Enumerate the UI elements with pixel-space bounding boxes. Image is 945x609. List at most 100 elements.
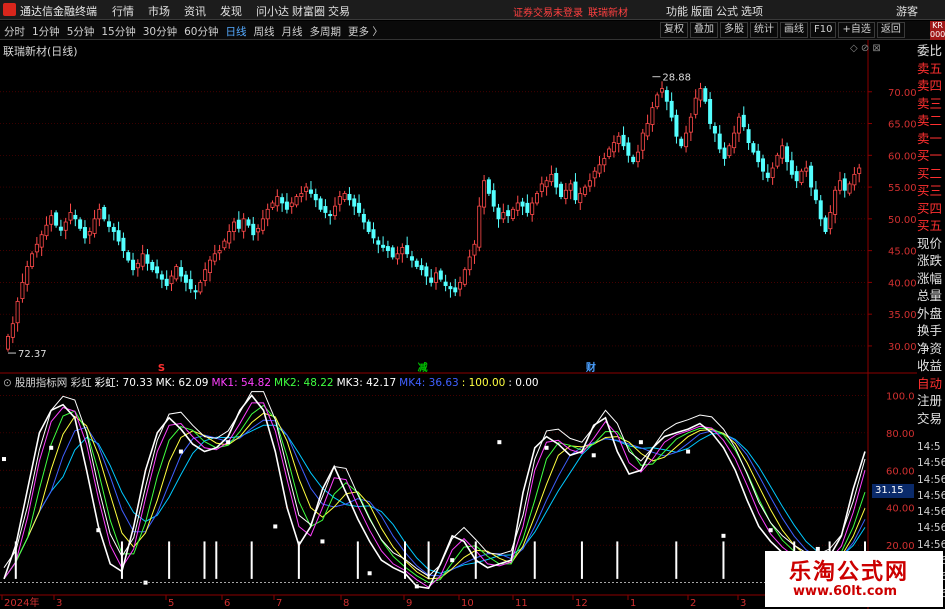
candle [44, 216, 49, 240]
rainbow-series-line [3, 404, 866, 584]
kline-chart[interactable]: 70.00 65.00 60.00 55.00 50.00 45.00 40.00 35.00… [0, 40, 917, 609]
candle [587, 173, 592, 192]
candle [433, 267, 438, 290]
tool-button[interactable]: 叠加 [690, 22, 718, 38]
indicator-marker [178, 449, 183, 454]
period-tab[interactable]: 5分钟 [67, 24, 95, 39]
candle [650, 101, 655, 132]
tool-button[interactable]: 复权 [660, 22, 688, 38]
period-tab[interactable]: 分时 [4, 24, 25, 39]
candle [544, 176, 549, 196]
main-menu-item[interactable]: 问小达 [256, 3, 292, 19]
candle [405, 236, 410, 258]
tool-button[interactable]: 返回 [876, 22, 905, 38]
main-menu-item[interactable]: 市场 [148, 3, 184, 19]
candle [765, 164, 770, 182]
guest-login[interactable]: 游客 [896, 3, 918, 19]
tool-button[interactable]: 多股 [720, 22, 748, 38]
period-tab[interactable]: 多周期 [310, 24, 342, 39]
candle [159, 270, 164, 289]
period-tab[interactable]: 月线 [282, 24, 303, 39]
right-menu-item[interactable]: 选项 [741, 3, 766, 19]
rainbow-series-line [3, 394, 866, 590]
period-tab[interactable]: 更多 〉 [348, 24, 383, 39]
app-title: 通达信金融终端 [20, 5, 97, 18]
period-tab[interactable]: 日线 [226, 24, 247, 39]
period-tab[interactable]: 1分钟 [32, 24, 60, 39]
period-tab[interactable]: 15分钟 [101, 24, 135, 39]
main-menu: 行情 市场 资讯 发现 问小达 财富圈 交易 [112, 3, 364, 19]
candle [126, 249, 131, 263]
price-tick-label: 60.00 [888, 151, 917, 162]
quote-side-panel: 委比 卖五 卖四 卖三 卖二 卖一 买一 买二 买三 买四 买五 现价 涨跌 涨幅 总量 外盘 换手 净资 收益 自动… [917, 40, 945, 440]
right-menu-item[interactable]: 功能 [666, 3, 691, 19]
period-tab[interactable]: 60分钟 [184, 24, 218, 39]
candle [352, 194, 357, 216]
candle [534, 190, 539, 206]
candle [443, 274, 448, 292]
candle [318, 196, 323, 212]
indicator-marker [450, 558, 455, 563]
right-menu-item[interactable]: 公式 [716, 3, 741, 19]
candle [73, 209, 78, 227]
candle [688, 113, 693, 142]
indicator-settings-icon[interactable]: ⊙ [3, 377, 12, 389]
candle [328, 210, 333, 225]
main-menu-item[interactable]: 资讯 [184, 3, 220, 19]
candle [751, 141, 756, 155]
rainbow-lead-line [3, 391, 866, 577]
candle [164, 270, 169, 290]
candle [722, 142, 727, 166]
side-stock-tag[interactable]: KR 000 [930, 21, 945, 40]
right-menu-item[interactable]: 版面 [691, 3, 716, 19]
extreme-label: 72.37 [18, 349, 47, 360]
main-menu-item[interactable]: 财富圈 [292, 3, 328, 19]
xaxis-label: 10 [461, 598, 474, 609]
candle [207, 256, 212, 282]
current-stock-tag[interactable]: 联瑞新材 [588, 4, 628, 19]
candle [270, 200, 275, 210]
candle [486, 177, 491, 196]
candle [809, 161, 814, 196]
event-marker: 减 [418, 361, 428, 374]
price-tick-label: 55.00 [888, 183, 917, 194]
candle [477, 197, 482, 252]
candle [501, 203, 506, 223]
tool-button[interactable]: 画线 [780, 22, 808, 38]
tool-button[interactable]: F10 [810, 22, 837, 38]
chart-window-controls[interactable]: ◇ ⊘ ⊠ [850, 43, 881, 54]
candle [232, 217, 237, 241]
tool-button[interactable]: +自选 [838, 22, 875, 38]
candle [140, 244, 145, 271]
candle [804, 160, 809, 177]
indicator-legend-item: MK3: 42.17 [336, 377, 397, 389]
candle [837, 171, 842, 195]
candle [785, 142, 790, 171]
candle [87, 227, 92, 244]
indicator-legend-item: 彩虹: 70.33 [94, 377, 153, 389]
main-menu-item[interactable]: 行情 [112, 3, 148, 19]
price-tick-label: 30.00 [888, 342, 917, 353]
candle [794, 165, 799, 189]
candle [409, 250, 414, 268]
candle [251, 216, 256, 241]
side-panel-label: 卖一 [917, 130, 943, 146]
candle [693, 89, 698, 119]
tool-button[interactable]: 统计 [750, 22, 778, 38]
period-tab[interactable]: 周线 [254, 24, 275, 39]
candle [145, 249, 150, 271]
right-menu: 功能 版面 公式 选项 [666, 3, 766, 19]
candle [453, 278, 458, 297]
main-menu-item[interactable]: 发现 [220, 3, 256, 19]
indicator-current-value: 31.15 [872, 484, 914, 498]
candle [583, 184, 588, 197]
main-menu-item[interactable]: 交易 [328, 3, 364, 19]
candle [727, 143, 732, 159]
candle [833, 186, 838, 224]
indicator-marker [497, 440, 502, 445]
rainbow-series-line [3, 402, 866, 588]
login-status-link[interactable]: 证券交易未登录 [513, 4, 583, 19]
period-tab[interactable]: 30分钟 [143, 24, 177, 39]
indicator-marker [686, 449, 691, 454]
side-panel-label: 换手 [917, 323, 943, 338]
